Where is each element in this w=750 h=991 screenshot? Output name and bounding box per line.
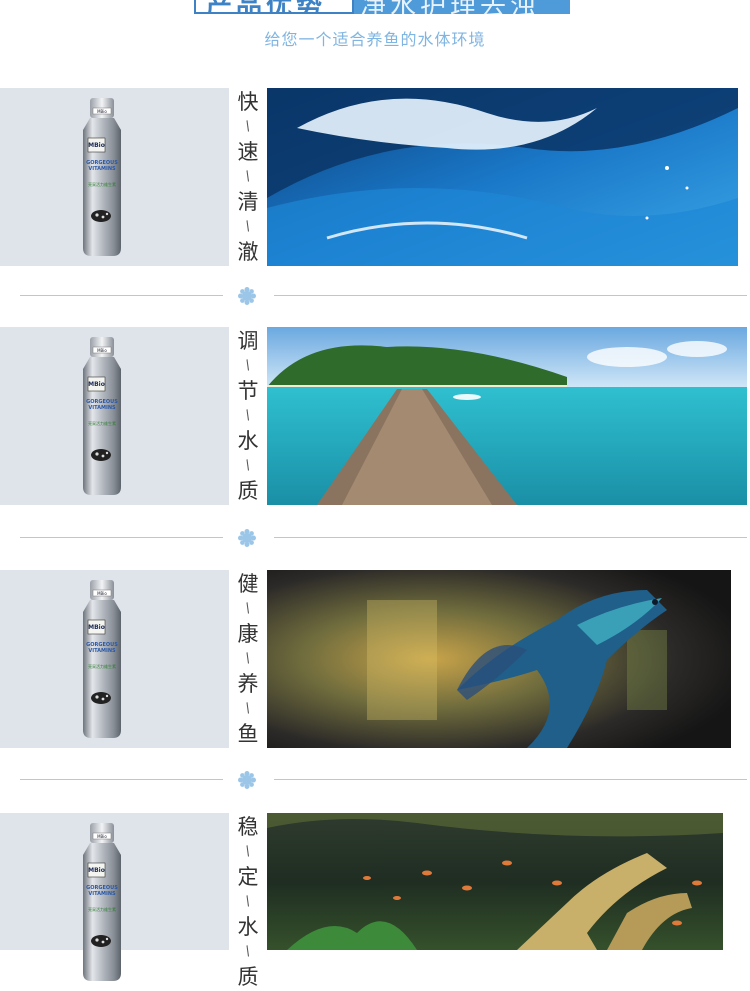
betta-fish-photo [267, 570, 731, 748]
product-bottle-image: MBio MBio GORGEOUS VITAMINS 亮采活力维生素 [83, 580, 121, 738]
header-title-left: 产品优势 [206, 0, 326, 12]
flower-icon [238, 287, 256, 305]
product-bottle-image: MBio MBio GORGEOUS VITAMINS 亮采活力维生素 [83, 98, 121, 256]
product-panel: MBio MBio GORGEOUS VITAMINS 亮采活力维生素 [0, 813, 229, 981]
product-panel: MBio MBio GORGEOUS VITAMINS 亮采活力维生素 [0, 570, 229, 748]
brand-logo: MBio [88, 381, 105, 388]
feature-char: 质 [237, 479, 259, 503]
feature-title-vertical: 快 / 速 / 清 / 澈 [231, 88, 265, 266]
feature-char: 健 [237, 572, 259, 596]
brand-logo: MBio [88, 142, 105, 149]
product-cn-name: 亮采活力维生素 [88, 181, 116, 187]
feature-char: 速 [237, 140, 259, 164]
product-panel: MBio MBio GORGEOUS VITAMINS 亮采活力维生素 [0, 327, 229, 505]
product-name-2: VITAMINS [88, 405, 116, 411]
header-banner: 产品优势 净水护理去浊 [194, 0, 570, 14]
product-name-2: VITAMINS [88, 166, 116, 172]
tropical-pier-photo [267, 327, 747, 505]
feature-section-1: MBio MBio GORGEOUS VITAMINS 亮采活力维生素 快 / … [0, 88, 750, 266]
flower-icon [238, 529, 256, 547]
feature-char: 水 [237, 915, 259, 939]
separator-slash: / [242, 218, 253, 235]
feature-char: 调 [237, 329, 259, 353]
feature-char: 康 [237, 622, 259, 646]
fish-logo-icon [91, 449, 111, 461]
separator-slash: / [242, 168, 253, 185]
fish-logo-icon [91, 210, 111, 222]
feature-char: 水 [237, 429, 259, 453]
feature-char: 节 [237, 379, 259, 403]
feature-char: 清 [237, 190, 259, 214]
product-name-2: VITAMINS [88, 891, 116, 897]
section-divider [0, 770, 750, 790]
section-divider [0, 286, 750, 306]
feature-section-4: MBio MBio GORGEOUS VITAMINS 亮采活力维生素 稳 / … [0, 813, 750, 989]
fish-logo-icon [91, 935, 111, 947]
header-title-right: 净水护理去浊 [360, 0, 540, 14]
fish-logo-icon [91, 692, 111, 704]
cap-label: MBio [97, 591, 107, 596]
feature-title-vertical: 调 / 节 / 水 / 质 [231, 327, 265, 505]
feature-section-2: MBio MBio GORGEOUS VITAMINS 亮采活力维生素 调 / … [0, 327, 750, 505]
separator-slash: / [242, 600, 253, 617]
separator-slash: / [242, 943, 253, 960]
brand-logo: MBio [88, 624, 105, 631]
separator-slash: / [242, 118, 253, 135]
feature-char: 稳 [237, 815, 259, 839]
header-title-left-box: 产品优势 [194, 0, 354, 14]
separator-slash: / [242, 457, 253, 474]
feature-section-3: MBio MBio GORGEOUS VITAMINS 亮采活力维生素 健 / … [0, 570, 750, 748]
separator-slash: / [242, 893, 253, 910]
product-name-2: VITAMINS [88, 648, 116, 654]
feature-char: 鱼 [237, 722, 259, 746]
feature-char: 快 [237, 90, 259, 114]
feature-title-vertical: 稳 / 定 / 水 / 质 [231, 813, 265, 991]
cap-label: MBio [97, 109, 107, 114]
cap-label: MBio [97, 834, 107, 839]
separator-slash: / [242, 700, 253, 717]
header-title-right-box: 净水护理去浊 [354, 0, 570, 14]
feature-char: 定 [237, 865, 259, 889]
product-bottle-image: MBio MBio GORGEOUS VITAMINS 亮采活力维生素 [83, 823, 121, 981]
page-subtitle: 给您一个适合养鱼的水体环境 [264, 30, 486, 49]
product-panel: MBio MBio GORGEOUS VITAMINS 亮采活力维生素 [0, 88, 229, 266]
aquarium-tank-photo [267, 813, 723, 950]
ocean-wave-photo [267, 88, 738, 266]
product-cn-name: 亮采活力维生素 [88, 906, 116, 912]
feature-char: 澈 [237, 240, 259, 264]
separator-slash: / [242, 650, 253, 667]
brand-logo: MBio [88, 867, 105, 874]
separator-slash: / [242, 407, 253, 424]
product-cn-name: 亮采活力维生素 [88, 420, 116, 426]
product-cn-name: 亮采活力维生素 [88, 663, 116, 669]
section-divider [0, 528, 750, 548]
feature-title-vertical: 健 / 康 / 养 / 鱼 [231, 570, 265, 748]
cap-label: MBio [97, 348, 107, 353]
flower-icon [238, 771, 256, 789]
separator-slash: / [242, 357, 253, 374]
product-bottle-image: MBio MBio GORGEOUS VITAMINS 亮采活力维生素 [83, 337, 121, 495]
feature-char: 养 [237, 672, 259, 696]
separator-slash: / [242, 843, 253, 860]
feature-char: 质 [237, 965, 259, 989]
